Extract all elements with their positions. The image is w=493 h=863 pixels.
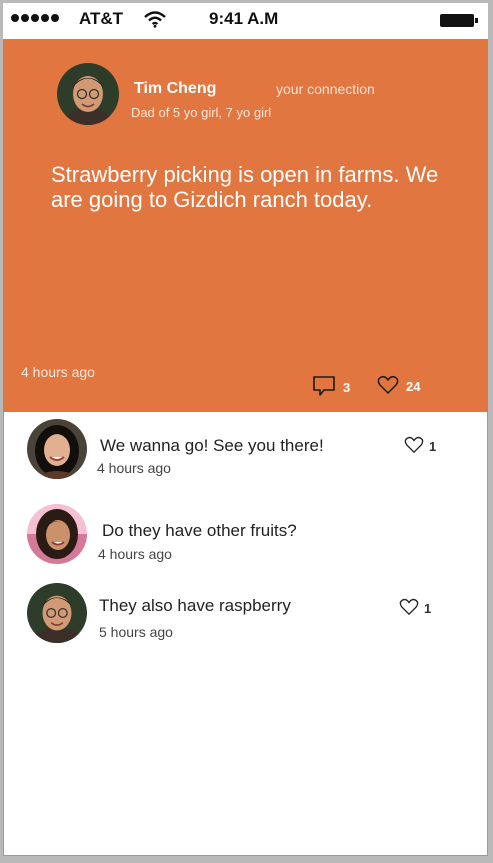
clock: 9:41 A.M [209, 9, 279, 28]
heart-icon [377, 375, 399, 398]
comment-text: They also have raspberry [99, 596, 291, 615]
comment-timestamp: 4 hours ago [98, 546, 172, 562]
comment-like-button[interactable]: 1 [399, 598, 431, 619]
comment-text: We wanna go! See you there! [100, 436, 324, 455]
commenter-avatar[interactable] [27, 419, 87, 479]
wifi-icon [144, 10, 166, 33]
phone-screen: AT&T 9:41 A.M Tim Cheng your connection … [3, 3, 488, 856]
comment-like-count: 1 [424, 601, 432, 616]
commenter-avatar[interactable] [27, 583, 87, 643]
like-count: 24 [406, 379, 421, 394]
signal-strength-icon [11, 14, 59, 22]
relationship-label: your connection [276, 81, 375, 97]
like-button[interactable]: 24 [377, 375, 420, 398]
comment-like-button[interactable]: 1 [404, 436, 436, 457]
author-bio: Dad of 5 yo girl, 7 yo girl [131, 105, 272, 120]
comment-timestamp: 5 hours ago [99, 624, 173, 640]
comment-item: They also have raspberry 5 hours ago 1 [3, 581, 488, 661]
comment-text: Do they have other fruits? [102, 521, 297, 540]
status-bar: AT&T 9:41 A.M [3, 3, 488, 39]
heart-icon [404, 436, 424, 457]
author-name[interactable]: Tim Cheng [134, 80, 216, 98]
post-timestamp: 4 hours ago [21, 364, 95, 380]
comment-count: 3 [343, 380, 351, 395]
commenter-avatar[interactable] [27, 504, 87, 564]
post-card: Tim Cheng your connection Dad of 5 yo gi… [3, 39, 488, 412]
comment-item: Do they have other fruits? 4 hours ago [3, 503, 488, 583]
carrier-name: AT&T [79, 9, 124, 28]
comment-icon [312, 375, 336, 400]
comment-item: We wanna go! See you there! 4 hours ago … [3, 417, 488, 497]
comments-button[interactable]: 3 [312, 375, 350, 400]
heart-icon [399, 598, 419, 619]
comment-timestamp: 4 hours ago [97, 460, 171, 476]
post-text: Strawberry picking is open in farms. We … [51, 162, 439, 212]
author-avatar[interactable] [57, 63, 119, 125]
comment-like-count: 1 [429, 439, 437, 454]
battery-icon [440, 14, 478, 27]
